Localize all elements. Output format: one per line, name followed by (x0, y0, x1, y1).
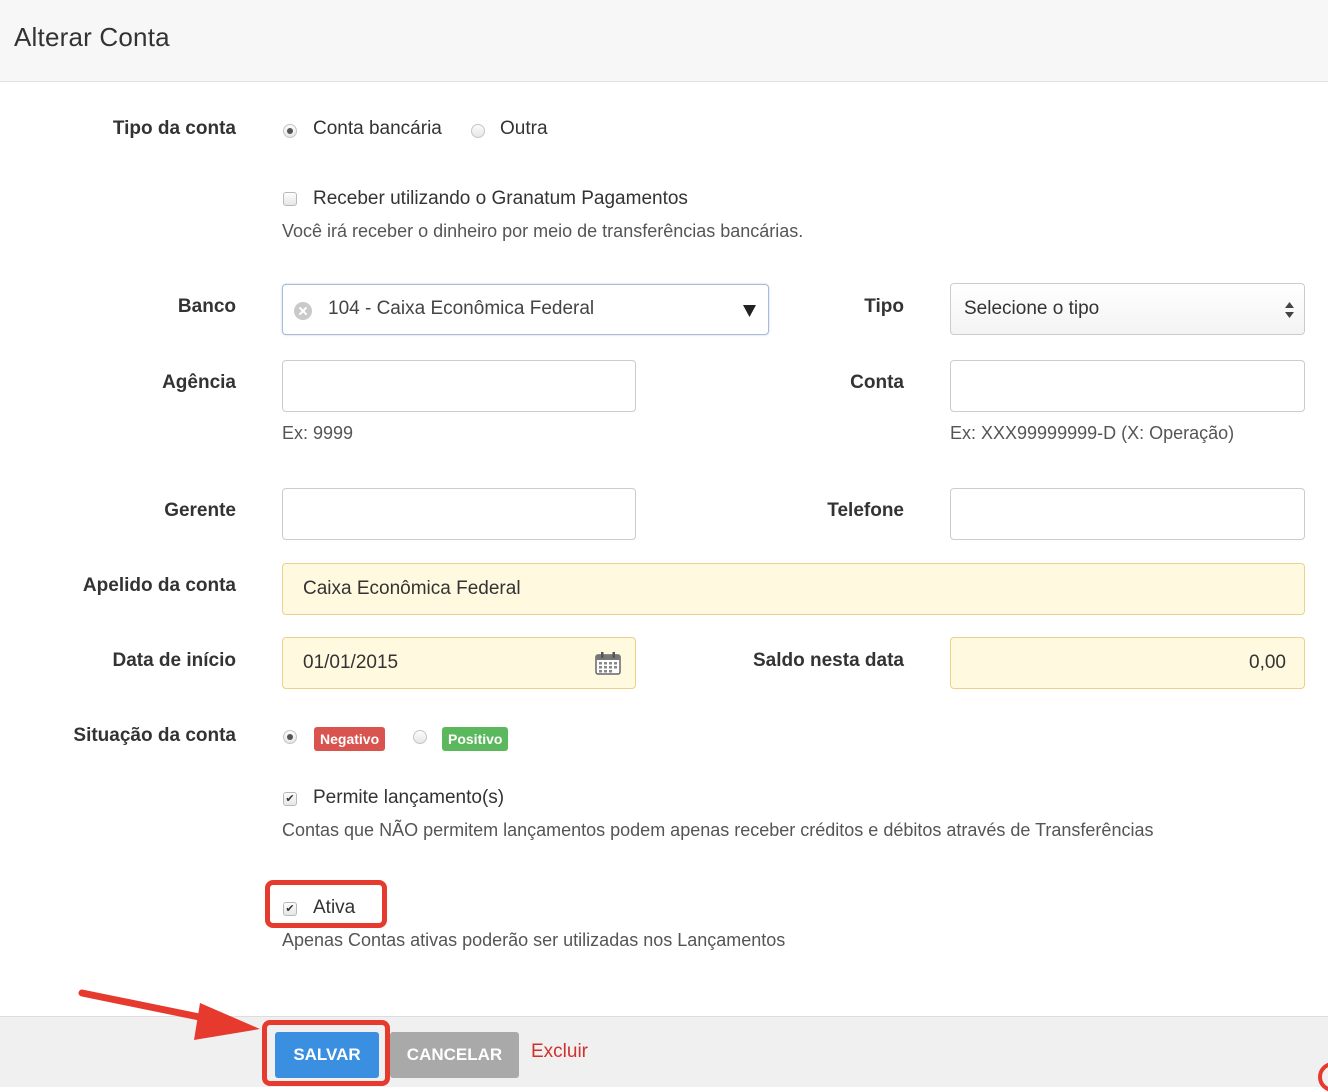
annotation-arrow-icon (78, 989, 260, 1040)
